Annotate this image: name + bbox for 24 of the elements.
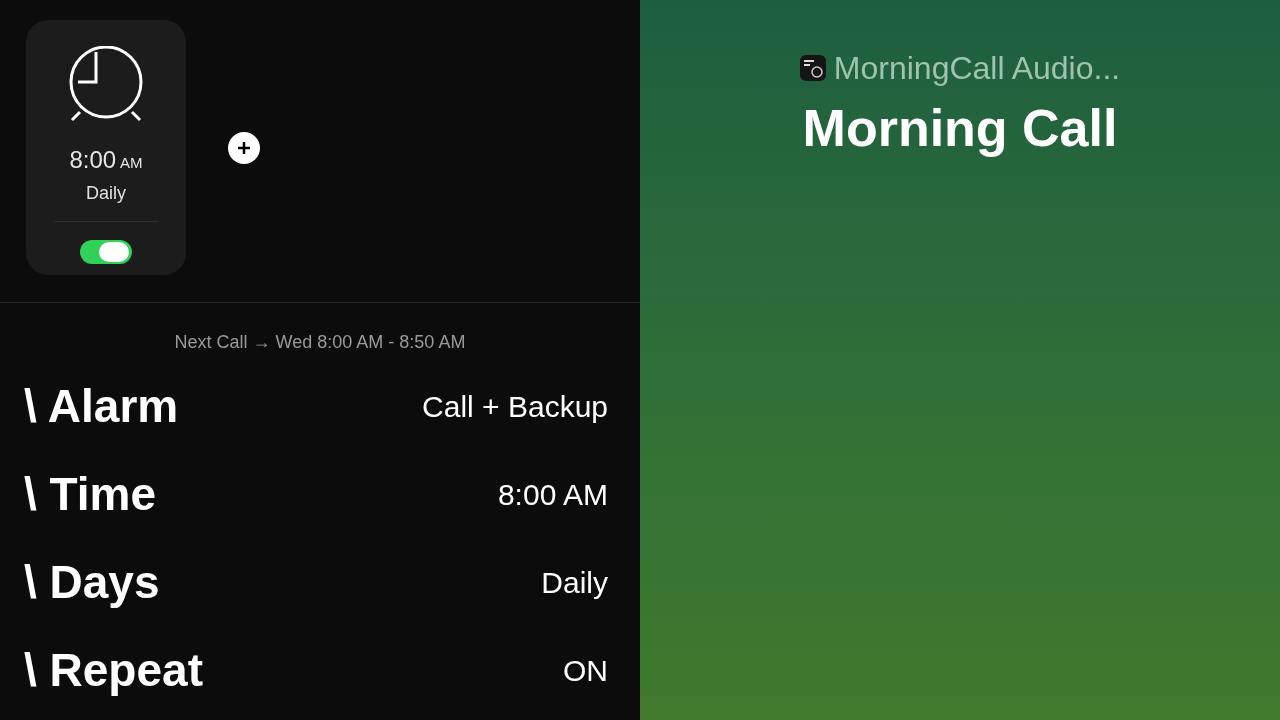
- audio-source: MorningCall Audio...: [833, 49, 1121, 88]
- app-icon: [799, 55, 826, 81]
- add-button[interactable]: [228, 132, 260, 164]
- setting-label: \ Days: [24, 554, 160, 610]
- alarm-meridiem: AM: [120, 153, 143, 173]
- plus-icon: [236, 140, 252, 156]
- alarm-card[interactable]: 8:00 AM Daily: [26, 20, 186, 275]
- setting-row[interactable]: \ Days Daily: [24, 538, 608, 626]
- alarm-clock-icon: [68, 46, 144, 122]
- setting-label: \ Repeat: [24, 642, 203, 698]
- setting-value: 8:00 AM: [497, 476, 608, 513]
- setting-value: Daily: [541, 564, 608, 601]
- setting-row[interactable]: \ Time 8:00 AM: [24, 450, 608, 538]
- setting-value: Call + Backup: [422, 388, 608, 425]
- setting-row[interactable]: \ Alarm Call + Backup: [24, 362, 608, 450]
- setting-row[interactable]: \ Repeat ON: [24, 626, 608, 714]
- setting-value: ON: [563, 652, 608, 689]
- setting-label: \ Alarm: [24, 378, 179, 434]
- alarm-time: 8:00: [69, 145, 117, 175]
- track-title: Morning Call: [802, 98, 1118, 159]
- alarm-toggle[interactable]: [80, 240, 132, 264]
- next-call-text: Next Call → Wed 8:00 AM - 8:50 AM: [174, 331, 466, 354]
- setting-label: \ Time: [24, 466, 157, 522]
- alarm-repeat: Daily: [86, 182, 126, 205]
